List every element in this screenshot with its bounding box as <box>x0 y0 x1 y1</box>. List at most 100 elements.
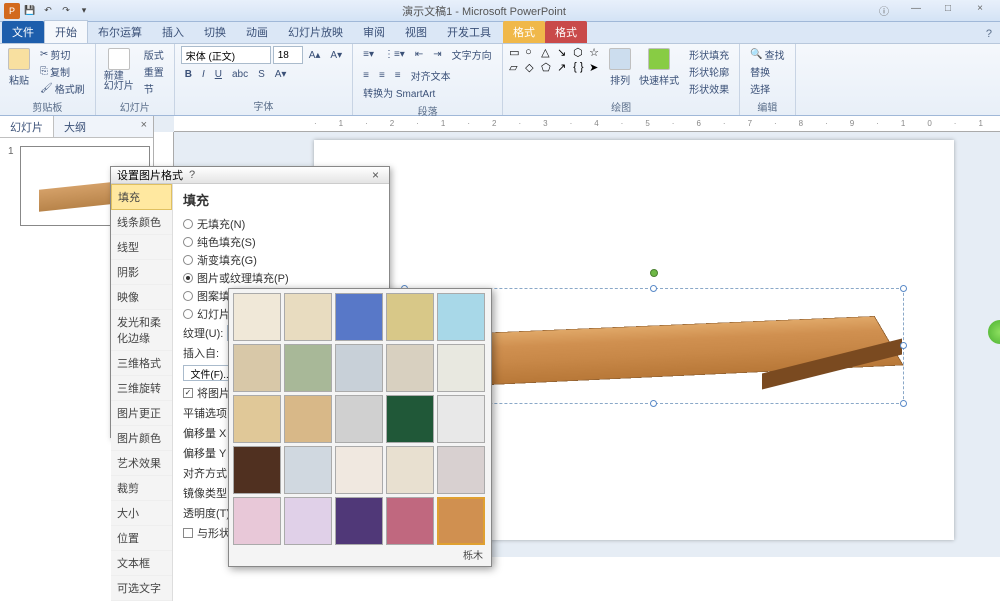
dialog-nav-item[interactable]: 图片颜色 <box>111 426 172 451</box>
tab-animations[interactable]: 动画 <box>236 21 278 43</box>
texture-swatch[interactable] <box>437 446 485 494</box>
dialog-nav-item[interactable]: 裁剪 <box>111 476 172 501</box>
tab-view[interactable]: 视图 <box>395 21 437 43</box>
align-text-button[interactable]: 对齐文本 <box>407 67 455 84</box>
fill-radio-option[interactable]: 渐变填充(G) <box>183 251 379 269</box>
minimize-button[interactable]: — <box>904 3 928 19</box>
side-close-button[interactable]: × <box>135 116 153 137</box>
align-right-button[interactable]: ≡ <box>391 67 405 84</box>
dialog-nav-item[interactable]: 映像 <box>111 285 172 310</box>
shapes-gallery[interactable]: ▭○△↘⬡☆ ▱◇⬠↗{ }➤ <box>509 46 603 74</box>
align-center-button[interactable]: ≡ <box>375 67 389 84</box>
copy-button[interactable]: ⎘ 复制 <box>36 63 89 80</box>
quick-styles-button[interactable]: 快速样式 <box>637 46 681 89</box>
texture-swatch[interactable] <box>233 293 281 341</box>
help-button[interactable]: ⓘ <box>872 3 896 19</box>
underline-button[interactable]: U <box>211 68 226 81</box>
tab-insert[interactable]: 插入 <box>152 21 194 43</box>
texture-swatch[interactable] <box>233 344 281 392</box>
dialog-nav-item[interactable]: 图片更正 <box>111 401 172 426</box>
dialog-nav-item[interactable]: 填充 <box>111 184 172 210</box>
dialog-nav-item[interactable]: 可选文字 <box>111 576 172 601</box>
texture-swatch[interactable] <box>335 293 383 341</box>
font-name-select[interactable]: 宋体 (正文) <box>181 46 271 64</box>
font-color-button[interactable]: A▾ <box>271 68 291 81</box>
layout-button[interactable]: 版式 <box>140 46 168 63</box>
format-painter-button[interactable]: 🖌 格式刷 <box>36 80 89 97</box>
tab-home[interactable]: 开始 <box>44 20 88 43</box>
handle-s[interactable] <box>650 400 657 407</box>
texture-swatch[interactable] <box>284 395 332 443</box>
reset-button[interactable]: 重置 <box>140 63 168 80</box>
indent-dec-button[interactable]: ⇤ <box>411 46 427 63</box>
dialog-nav-item[interactable]: 线条颜色 <box>111 210 172 235</box>
dialog-close-button[interactable]: × <box>368 168 383 182</box>
dialog-nav-item[interactable]: 三维旋转 <box>111 376 172 401</box>
close-button[interactable]: × <box>968 3 992 19</box>
text-direction-button[interactable]: 文字方向 <box>448 46 496 63</box>
tab-slideshow[interactable]: 幻灯片放映 <box>278 21 353 43</box>
indent-inc-button[interactable]: ⇥ <box>429 46 445 63</box>
texture-swatch[interactable] <box>437 293 485 341</box>
handle-e[interactable] <box>900 342 907 349</box>
texture-swatch[interactable] <box>233 395 281 443</box>
cut-button[interactable]: ✂ 剪切 <box>36 46 89 63</box>
find-button[interactable]: 🔍 查找 <box>746 46 788 63</box>
fill-radio-option[interactable]: 纯色填充(S) <box>183 233 379 251</box>
numbering-button[interactable]: ⋮≡▾ <box>380 46 409 63</box>
texture-swatch[interactable] <box>437 497 485 545</box>
dialog-titlebar[interactable]: 设置图片格式 ? × <box>111 167 389 184</box>
font-size-select[interactable]: 18 <box>273 46 303 64</box>
save-icon[interactable]: 💾 <box>22 3 38 19</box>
app-icon[interactable]: P <box>4 3 20 19</box>
fill-radio-option[interactable]: 图片或纹理填充(P) <box>183 269 379 287</box>
dialog-nav-item[interactable]: 大小 <box>111 501 172 526</box>
bullets-button[interactable]: ≡▾ <box>359 46 378 63</box>
texture-swatch[interactable] <box>284 344 332 392</box>
texture-swatch[interactable] <box>386 344 434 392</box>
undo-icon[interactable]: ↶ <box>40 3 56 19</box>
dialog-nav-item[interactable]: 三维格式 <box>111 351 172 376</box>
dialog-nav-item[interactable]: 文本框 <box>111 551 172 576</box>
texture-swatch[interactable] <box>284 497 332 545</box>
ribbon-help-icon[interactable]: ? <box>978 25 1000 43</box>
grow-font-button[interactable]: A▴ <box>305 46 325 64</box>
texture-swatch[interactable] <box>284 293 332 341</box>
paste-button[interactable]: 粘贴 <box>6 46 32 89</box>
strike-button[interactable]: abc <box>228 68 252 81</box>
new-slide-button[interactable]: 新建 幻灯片 <box>102 46 136 94</box>
replace-button[interactable]: 替换 <box>746 63 788 80</box>
texture-swatch[interactable] <box>233 446 281 494</box>
tab-review[interactable]: 审阅 <box>353 21 395 43</box>
maximize-button[interactable]: □ <box>936 3 960 19</box>
tile-checkbox[interactable] <box>183 388 193 398</box>
handle-n[interactable] <box>650 285 657 292</box>
texture-swatch[interactable] <box>386 497 434 545</box>
italic-button[interactable]: I <box>198 68 209 81</box>
shape-fill-button[interactable]: 形状填充 <box>685 46 733 63</box>
rotation-handle[interactable] <box>650 269 658 277</box>
dialog-nav-item[interactable]: 位置 <box>111 526 172 551</box>
rotate-checkbox[interactable] <box>183 528 193 538</box>
section-button[interactable]: 节 <box>140 80 168 97</box>
tab-format-drawing[interactable]: 格式 <box>503 21 545 43</box>
side-tab-outline[interactable]: 大纲 <box>54 116 96 137</box>
dialog-nav-item[interactable]: 发光和柔化边缘 <box>111 310 172 351</box>
tab-file[interactable]: 文件 <box>2 21 44 43</box>
dialog-nav-item[interactable]: 艺术效果 <box>111 451 172 476</box>
texture-swatch[interactable] <box>335 446 383 494</box>
texture-swatch[interactable] <box>335 344 383 392</box>
fill-radio-option[interactable]: 无填充(N) <box>183 215 379 233</box>
shape-effects-button[interactable]: 形状效果 <box>685 80 733 97</box>
arrange-button[interactable]: 排列 <box>607 46 633 89</box>
tab-developer[interactable]: 开发工具 <box>437 21 501 43</box>
dialog-help-button[interactable]: ? <box>183 169 201 181</box>
texture-swatch[interactable] <box>386 446 434 494</box>
handle-se[interactable] <box>900 400 907 407</box>
tab-boolean[interactable]: 布尔运算 <box>88 21 152 43</box>
texture-swatch[interactable] <box>335 395 383 443</box>
texture-swatch[interactable] <box>386 395 434 443</box>
shrink-font-button[interactable]: A▾ <box>326 46 346 64</box>
dialog-nav-item[interactable]: 阴影 <box>111 260 172 285</box>
redo-icon[interactable]: ↷ <box>58 3 74 19</box>
